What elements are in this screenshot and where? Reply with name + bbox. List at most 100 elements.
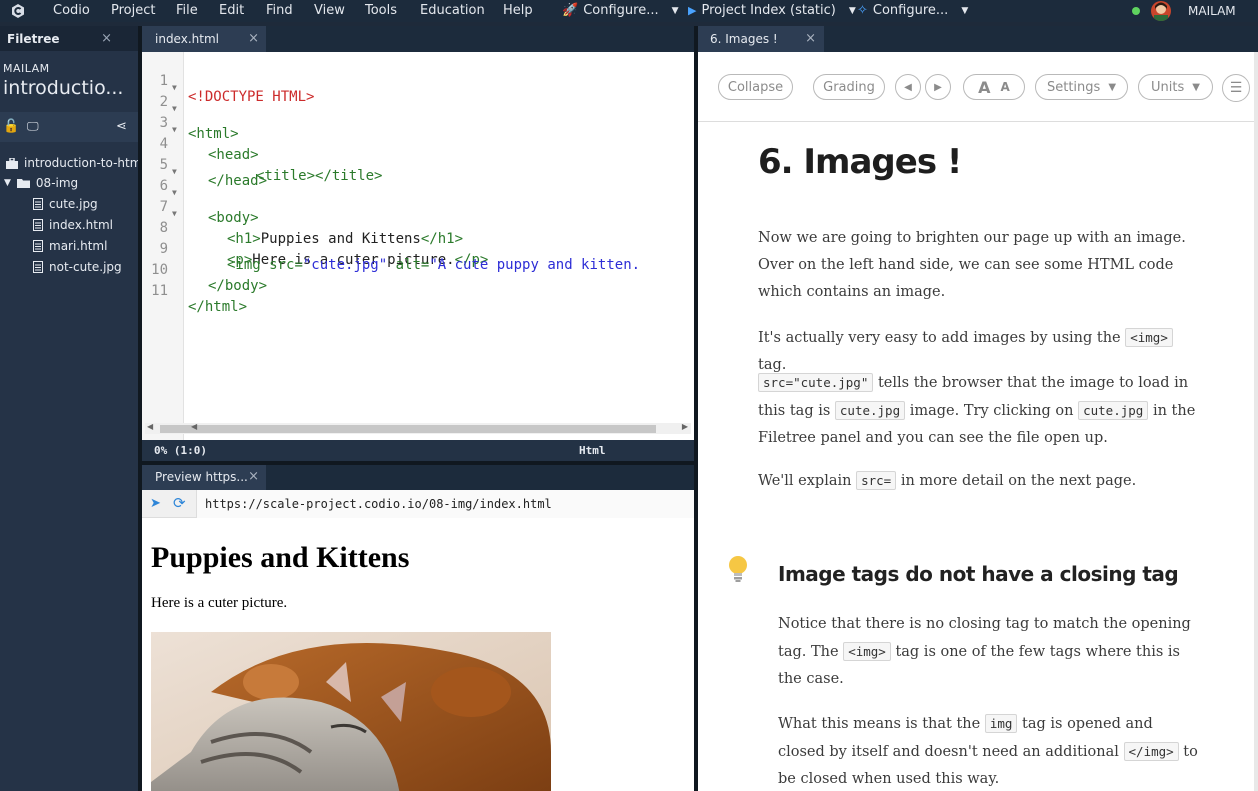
project-owner: MAILAM xyxy=(3,62,50,75)
guide-text: image. Try clicking on xyxy=(909,403,1074,419)
code-line: 6 ▼ <body> xyxy=(142,162,694,226)
configure-run-dropdown[interactable]: ✧ Configure... ▼ xyxy=(857,3,968,18)
menu-button[interactable]: ☰ xyxy=(1222,74,1250,102)
font-smaller-icon[interactable]: A xyxy=(1001,80,1010,94)
tree-file-not-cute-jpg[interactable]: not-cute.jpg xyxy=(33,260,122,274)
tree-file-label: not-cute.jpg xyxy=(49,260,122,274)
refresh-icon[interactable]: ⟳ xyxy=(173,494,186,512)
fold-arrow-icon[interactable]: ▼ xyxy=(172,209,177,218)
menu-view[interactable]: View xyxy=(314,3,345,18)
horizontal-scrollbar[interactable]: ◀ ◀ ▶ xyxy=(145,422,691,434)
scrollbar-thumb[interactable] xyxy=(160,425,656,433)
file-icon xyxy=(33,261,43,273)
guide-scrollbar[interactable] xyxy=(1254,52,1258,791)
tab-guide-label: 6. Images ! xyxy=(710,32,778,46)
tree-file-cute-jpg[interactable]: cute.jpg xyxy=(33,197,98,211)
close-icon[interactable]: × xyxy=(101,31,112,46)
tree-folder-08-img[interactable]: ▼ 08-img xyxy=(4,176,78,190)
chevron-right-icon: ▶ xyxy=(934,81,942,93)
tree-file-mari-html[interactable]: mari.html xyxy=(33,239,107,253)
navigate-icon[interactable]: ➤ xyxy=(150,496,161,511)
menu-find[interactable]: Find xyxy=(266,3,293,18)
code-line: 9 <img src="cute.jpg" alt="A cute puppy … xyxy=(142,225,694,273)
file-icon xyxy=(33,219,43,231)
tab-guide[interactable]: 6. Images ! × xyxy=(698,26,824,52)
fold-arrow-icon[interactable]: ▼ xyxy=(172,125,177,134)
code-line: 8 ▼ <p>Here is a cuter picture.</p> xyxy=(142,204,694,268)
fold-arrow-icon[interactable]: ▼ xyxy=(172,188,177,197)
inline-code: cute.jpg xyxy=(834,401,906,420)
tab-index-html[interactable]: index.html × xyxy=(142,26,266,52)
tree-file-label: cute.jpg xyxy=(49,197,98,211)
share-icon[interactable]: ⋖ xyxy=(116,119,127,134)
unlock-icon[interactable]: 🔓 xyxy=(3,119,19,134)
guide-panel: 6. Images ! × Collapse Grading ◀ ▶ A A S… xyxy=(698,26,1258,791)
inline-code: <img> xyxy=(1125,328,1173,347)
units-dropdown[interactable]: Units ▼ xyxy=(1138,74,1213,100)
guide-text: We'll explain xyxy=(758,473,852,489)
fold-arrow-icon[interactable]: ▼ xyxy=(172,83,177,92)
chevron-down-icon: ▼ xyxy=(961,5,969,16)
collapse-button[interactable]: Collapse xyxy=(718,74,793,100)
scroll-right-icon[interactable]: ▶ xyxy=(682,422,688,431)
file-icon xyxy=(33,240,43,252)
menu-tools[interactable]: Tools xyxy=(365,3,397,18)
tab-preview[interactable]: Preview https... × xyxy=(142,465,266,490)
editor-tab-bar: index.html × xyxy=(142,26,694,52)
grading-button[interactable]: Grading xyxy=(813,74,885,100)
close-icon[interactable]: × xyxy=(805,31,816,46)
hamburger-menu-icon: ☰ xyxy=(1229,80,1243,96)
menu-codio[interactable]: Codio xyxy=(53,3,90,18)
user-name[interactable]: MAILAM xyxy=(1188,4,1236,18)
chevron-left-icon: ◀ xyxy=(904,81,912,93)
lightbulb-icon xyxy=(729,556,747,582)
code-line: 7 ▼ <h1>Puppies and Kittens</h1> xyxy=(142,183,694,247)
caret-down-icon: ▼ xyxy=(1192,81,1200,93)
play-icon: ▶ xyxy=(688,4,697,17)
inline-code: cute.jpg xyxy=(1078,401,1149,420)
avatar[interactable] xyxy=(1151,1,1171,21)
tab-filetree[interactable]: Filetree × xyxy=(0,26,138,51)
scroll-left-icon[interactable]: ◀ xyxy=(191,422,197,431)
line-number: 11 xyxy=(151,283,168,299)
tree-file-label: index.html xyxy=(49,218,113,232)
close-icon[interactable]: × xyxy=(248,469,259,484)
fold-arrow-icon[interactable]: ▼ xyxy=(172,167,177,176)
font-size-toggle[interactable]: A A xyxy=(963,74,1025,100)
units-dropdown-label: Units xyxy=(1151,79,1185,95)
code-line: 11 </html> xyxy=(142,267,694,315)
project-index-dropdown[interactable]: ▶ Project Index (static) ▼ xyxy=(688,3,856,18)
code-line: 4 ▼ <title></title> xyxy=(142,120,694,184)
preview-page: Puppies and Kittens Here is a cuter pict… xyxy=(151,541,409,612)
language-mode[interactable]: Html xyxy=(579,444,606,457)
menu-file[interactable]: File xyxy=(176,3,198,18)
cursor-position: 0% (1:0) xyxy=(154,444,207,457)
monitor-icon[interactable]: 🖵 xyxy=(27,119,39,134)
font-larger-icon[interactable]: A xyxy=(978,78,990,97)
codio-logo-icon[interactable] xyxy=(10,3,26,19)
grading-button-label: Grading xyxy=(823,79,875,95)
tree-root-label: introduction-to-html xyxy=(24,156,145,170)
file-icon xyxy=(33,198,43,210)
puppy-kitten-image xyxy=(151,632,551,791)
tree-file-index-html[interactable]: index.html xyxy=(33,218,113,232)
tree-root[interactable]: introduction-to-html xyxy=(6,156,145,170)
configure-deploy-dropdown[interactable]: 🚀 Configure... ▼ xyxy=(562,3,679,18)
menu-project[interactable]: Project xyxy=(111,3,155,18)
next-page-button[interactable]: ▶ xyxy=(925,74,951,100)
scroll-left-icon[interactable]: ◀ xyxy=(147,422,153,431)
preview-url[interactable]: https://scale-project.codio.io/08-img/in… xyxy=(196,490,694,518)
project-name[interactable]: introductio... xyxy=(0,77,138,99)
inline-code: src="cute.jpg" xyxy=(758,373,874,392)
menu-bar: Codio Project File Edit Find View Tools … xyxy=(0,0,1258,22)
previous-page-button[interactable]: ◀ xyxy=(895,74,921,100)
fold-arrow-icon[interactable]: ▼ xyxy=(172,104,177,113)
menu-help[interactable]: Help xyxy=(503,3,533,18)
menu-education[interactable]: Education xyxy=(420,3,485,18)
close-icon[interactable]: × xyxy=(248,31,259,46)
preview-tab-bar: Preview https... × xyxy=(142,465,694,490)
tree-file-label: mari.html xyxy=(49,239,108,253)
configure-run-label: Configure... xyxy=(872,3,949,18)
settings-dropdown[interactable]: Settings ▼ xyxy=(1035,74,1128,100)
menu-edit[interactable]: Edit xyxy=(219,3,244,18)
